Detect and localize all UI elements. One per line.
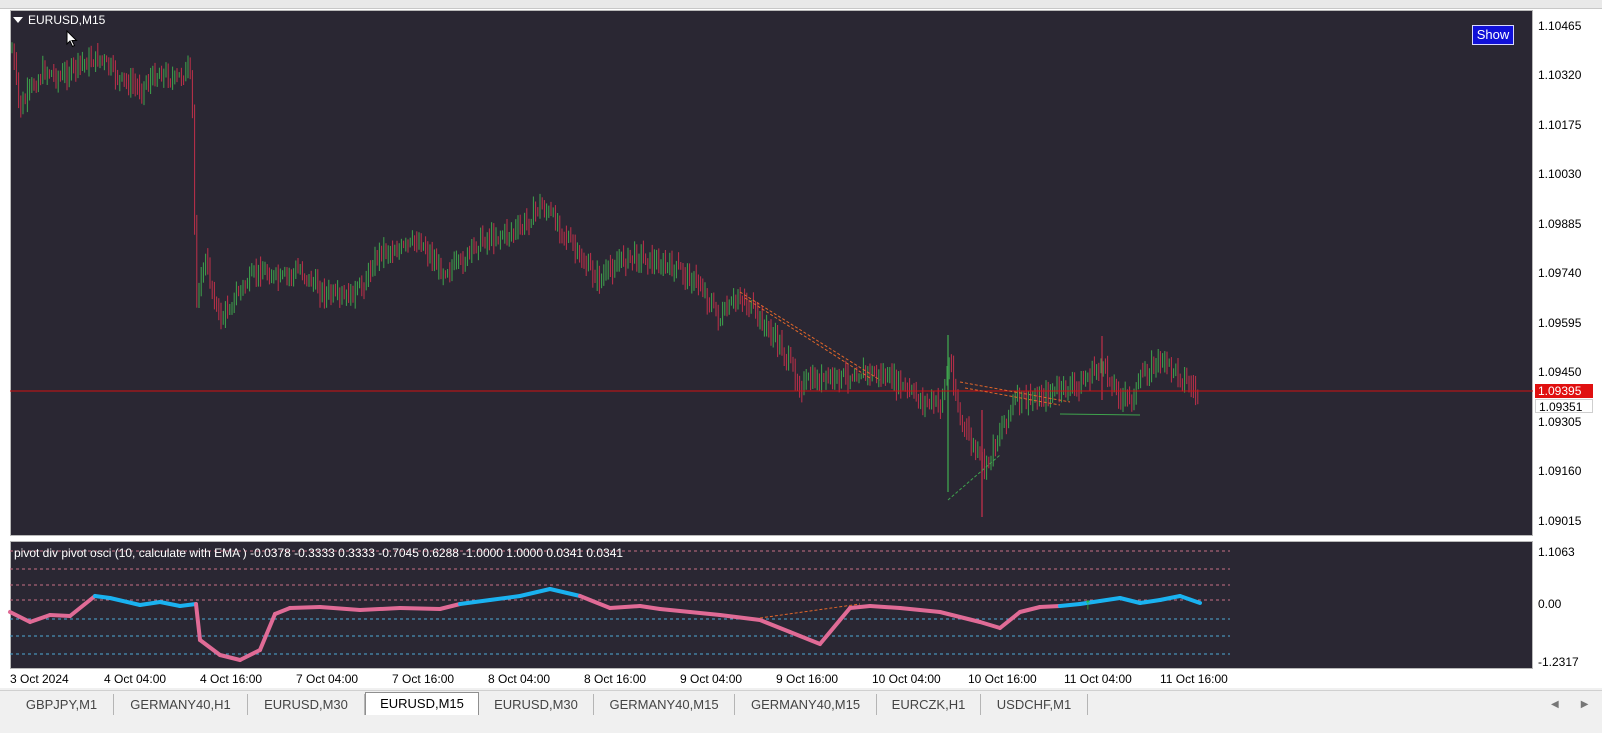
time-tick: 7 Oct 16:00 <box>392 672 455 686</box>
osc-segment <box>178 602 198 608</box>
osc-segment <box>273 606 292 616</box>
chart-tab[interactable]: GBPJPY,M1 <box>10 694 114 716</box>
price-tick: 1.10175 <box>1538 118 1582 132</box>
divergence-line <box>1059 413 1141 416</box>
indicator-title: pivot div pivot osci (10, calculate with… <box>14 546 624 560</box>
osc-segment <box>458 598 492 606</box>
osc-tick: -1.2317 <box>1538 655 1579 669</box>
osc-segment <box>608 604 642 610</box>
price-tick: 1.10320 <box>1538 68 1582 82</box>
collapse-arrow-icon[interactable] <box>13 17 23 23</box>
osc-segment <box>1118 596 1142 605</box>
chart-window: ↑ EURUSD,M15 Show pivot div pivot osci (… <box>0 0 1602 688</box>
bid-price-tag: 1.09395 <box>1535 384 1593 398</box>
scroll-right-icon[interactable]: ▶ <box>1581 699 1589 710</box>
osc-segment <box>688 610 722 617</box>
osc-segment <box>194 602 202 642</box>
price-tick: 1.09740 <box>1538 266 1582 280</box>
osc-segment <box>138 600 162 607</box>
osc-segment <box>788 630 822 646</box>
price-tick: 1.09305 <box>1538 415 1582 429</box>
chart-drawing: ↑ <box>8 42 1533 662</box>
ask-price-tag: 1.09351 <box>1535 399 1593 414</box>
osc-segment <box>198 638 222 657</box>
mouse-cursor-icon <box>66 30 78 48</box>
osc-segment <box>318 605 362 612</box>
price-tick: 1.09160 <box>1538 464 1582 478</box>
time-tick: 11 Oct 04:00 <box>1064 672 1132 686</box>
osc-segment <box>1018 605 1042 614</box>
osc-segment <box>288 605 322 610</box>
time-tick: 4 Oct 16:00 <box>200 672 263 686</box>
osc-segment <box>818 606 852 646</box>
time-tick: 8 Oct 16:00 <box>584 672 647 686</box>
time-tick: 8 Oct 04:00 <box>488 672 551 686</box>
bottom-strip <box>0 715 1602 733</box>
chart-tab[interactable]: USDCHF,M1 <box>981 694 1088 716</box>
osc-segment <box>93 594 112 600</box>
divergence-line <box>947 454 1001 501</box>
chart-tab[interactable]: GERMANY40,H1 <box>114 694 248 716</box>
scroll-left-icon[interactable]: ◀ <box>1551 699 1559 710</box>
osc-segment <box>518 587 552 598</box>
osc-segment <box>398 606 442 611</box>
osc-segment <box>108 596 142 607</box>
osc-segment <box>488 594 522 602</box>
price-tick: 1.10465 <box>1538 19 1582 33</box>
chart-tab-bar: GBPJPY,M1 GERMANY40,H1 EURUSD,M30 EURUSD… <box>0 690 1602 716</box>
time-tick: 11 Oct 16:00 <box>1160 672 1228 686</box>
osc-segment <box>1158 594 1182 602</box>
signal-arrow-icon: ↑ <box>1084 596 1092 613</box>
osc-segment <box>68 594 97 618</box>
osc-tick: 1.1063 <box>1538 545 1575 559</box>
show-button[interactable]: Show <box>1472 25 1514 45</box>
osc-segment <box>758 618 792 634</box>
osc-segment <box>358 606 402 612</box>
price-tick: 1.09450 <box>1538 365 1582 379</box>
osc-segment <box>158 600 182 608</box>
price-tick: 1.09885 <box>1538 217 1582 231</box>
osc-segment <box>8 610 32 624</box>
chart-tab[interactable]: GERMANY40,M15 <box>594 694 735 716</box>
osc-segment <box>578 594 612 610</box>
time-tick: 10 Oct 04:00 <box>872 672 941 686</box>
osc-segment <box>548 587 582 598</box>
osc-segment <box>938 610 982 624</box>
osc-segment <box>238 648 262 662</box>
osc-segment <box>438 602 462 611</box>
time-tick: 3 Oct 2024 <box>10 672 69 686</box>
osc-segment <box>48 613 72 618</box>
osc-segment <box>1138 598 1162 605</box>
chart-tab[interactable]: EURCZK,H1 <box>877 694 981 716</box>
osc-segment <box>218 653 242 662</box>
osc-segment <box>1058 602 1082 608</box>
osc-segment <box>848 604 872 610</box>
chart-tab[interactable]: GERMANY40,M15 <box>735 694 877 716</box>
chart-title: EURUSD,M15 <box>28 13 106 27</box>
chart-tab[interactable]: EURUSD,M30 <box>248 694 365 716</box>
time-tick: 9 Oct 16:00 <box>776 672 839 686</box>
osc-tick: 0.00 <box>1538 597 1562 611</box>
divergence-line <box>744 297 871 379</box>
price-tick: 1.10030 <box>1538 167 1582 181</box>
price-tick: 1.09015 <box>1538 514 1582 528</box>
osc-segment <box>898 606 942 614</box>
time-tick: 9 Oct 04:00 <box>680 672 743 686</box>
osc-segment <box>978 620 1002 630</box>
price-tick: 1.09595 <box>1538 316 1582 330</box>
time-tick: 4 Oct 04:00 <box>104 672 167 686</box>
osc-segment <box>1038 604 1062 609</box>
chart-tab-active[interactable]: EURUSD,M15 <box>365 692 479 716</box>
divergence-line <box>739 291 881 381</box>
osc-segment <box>1098 596 1122 603</box>
osc-segment <box>638 604 662 611</box>
osc-segment <box>868 604 902 610</box>
tab-scroll-controls: ◀ ▶ <box>1551 699 1602 710</box>
osc-segment <box>998 610 1022 630</box>
chart-tab[interactable]: EURUSD,M30 <box>479 694 594 716</box>
time-tick: 7 Oct 04:00 <box>296 672 359 686</box>
osc-segment <box>658 607 692 614</box>
time-tick: 10 Oct 16:00 <box>968 672 1037 686</box>
